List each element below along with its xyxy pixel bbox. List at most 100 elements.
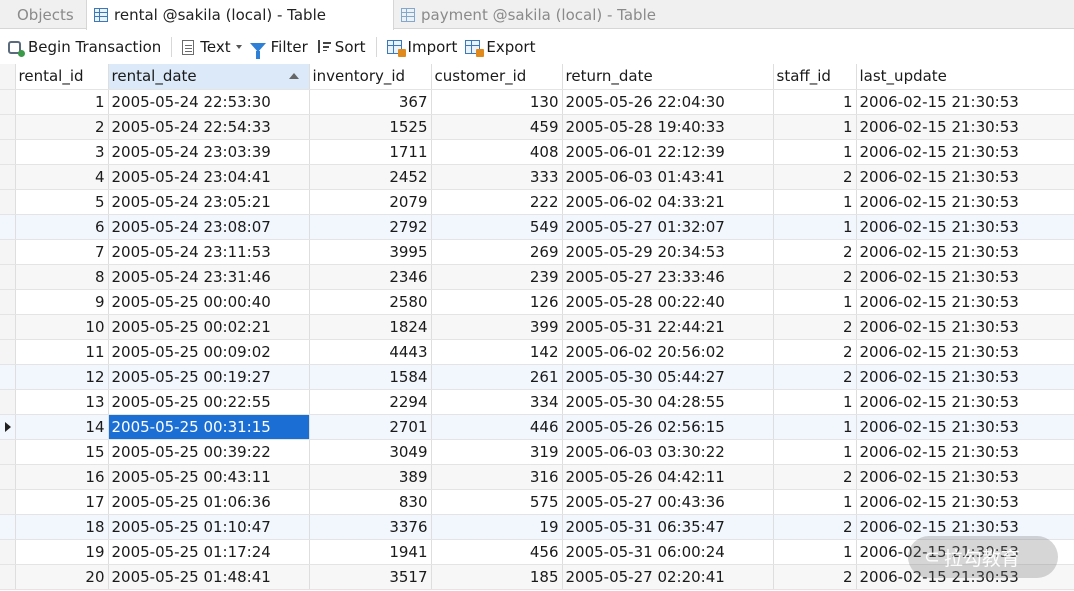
cell-customer-id[interactable]: 185 xyxy=(431,564,563,590)
cell-rental-date[interactable]: 2005-05-24 23:04:41 xyxy=(108,164,310,190)
cell-return-date[interactable]: 2005-05-30 04:28:55 xyxy=(562,389,774,415)
begin-transaction-button[interactable]: Begin Transaction xyxy=(4,34,165,60)
table-row[interactable]: 11 2005-05-25 00:09:02 4443 142 2005-06-02 2… xyxy=(0,339,1074,365)
cell-rental-id[interactable]: 6 xyxy=(15,214,109,240)
cell-staff-id[interactable]: 2 xyxy=(773,564,857,590)
cell-customer-id[interactable]: 549 xyxy=(431,214,563,240)
table-row[interactable]: 16 2005-05-25 00:43:11 389 316 2005-05-26 04… xyxy=(0,464,1074,490)
cell-customer-id[interactable]: 446 xyxy=(431,414,563,440)
cell-rental-date[interactable]: 2005-05-25 01:17:24 xyxy=(108,539,310,565)
cell-rental-id[interactable]: 20 xyxy=(15,564,109,590)
cell-return-date[interactable]: 2005-05-28 00:22:40 xyxy=(562,289,774,315)
cell-rental-date[interactable]: 2005-05-25 00:02:21 xyxy=(108,314,310,340)
cell-customer-id[interactable]: 456 xyxy=(431,539,563,565)
row-indicator[interactable] xyxy=(0,414,16,440)
column-header-customer-id[interactable]: customer_id xyxy=(431,64,563,90)
cell-last-update[interactable]: 2006-02-15 21:30:53 xyxy=(856,439,1074,465)
row-indicator[interactable] xyxy=(0,114,16,140)
cell-customer-id[interactable]: 261 xyxy=(431,364,563,390)
cell-rental-date[interactable]: 2005-05-25 00:39:22 xyxy=(108,439,310,465)
table-row[interactable]: 6 2005-05-24 23:08:07 2792 549 2005-05-27 01… xyxy=(0,214,1074,240)
tab-rental-table[interactable]: rental @sakila (local) - Table xyxy=(86,0,394,30)
cell-staff-id[interactable]: 1 xyxy=(773,539,857,565)
cell-rental-id[interactable]: 16 xyxy=(15,464,109,490)
row-indicator[interactable] xyxy=(0,89,16,115)
cell-inventory-id[interactable]: 1941 xyxy=(309,539,432,565)
cell-rental-date[interactable]: 2005-05-25 00:09:02 xyxy=(108,339,310,365)
cell-inventory-id[interactable]: 1584 xyxy=(309,364,432,390)
table-row[interactable]: 2 2005-05-24 22:54:33 1525 459 2005-05-28 19… xyxy=(0,114,1074,140)
cell-rental-date[interactable]: 2005-05-24 23:05:21 xyxy=(108,189,310,215)
cell-return-date[interactable]: 2005-05-28 19:40:33 xyxy=(562,114,774,140)
row-indicator[interactable] xyxy=(0,339,16,365)
row-indicator[interactable] xyxy=(0,189,16,215)
row-indicator[interactable] xyxy=(0,264,16,290)
cell-rental-date[interactable]: 2005-05-24 23:08:07 xyxy=(108,214,310,240)
cell-return-date[interactable]: 2005-06-01 22:12:39 xyxy=(562,139,774,165)
cell-last-update[interactable]: 2006-02-15 21:30:53 xyxy=(856,289,1074,315)
column-header-last-update[interactable]: last_update xyxy=(856,64,1074,90)
row-indicator[interactable] xyxy=(0,164,16,190)
cell-inventory-id[interactable]: 2580 xyxy=(309,289,432,315)
text-view-button[interactable]: Text xyxy=(178,34,245,60)
cell-rental-date[interactable]: 2005-05-25 00:22:55 xyxy=(108,389,310,415)
cell-rental-id[interactable]: 13 xyxy=(15,389,109,415)
tab-objects[interactable]: Objects xyxy=(0,0,86,29)
cell-last-update[interactable]: 2006-02-15 21:30:53 xyxy=(856,489,1074,515)
cell-customer-id[interactable]: 126 xyxy=(431,289,563,315)
cell-rental-date[interactable]: 2005-05-25 00:43:11 xyxy=(108,464,310,490)
table-row[interactable]: 1 2005-05-24 22:53:30 367 130 2005-05-26 22:… xyxy=(0,89,1074,115)
table-row[interactable]: 17 2005-05-25 01:06:36 830 575 2005-05-27 00… xyxy=(0,489,1074,515)
cell-inventory-id[interactable]: 1824 xyxy=(309,314,432,340)
cell-rental-id[interactable]: 3 xyxy=(15,139,109,165)
cell-customer-id[interactable]: 319 xyxy=(431,439,563,465)
cell-customer-id[interactable]: 575 xyxy=(431,489,563,515)
cell-customer-id[interactable]: 334 xyxy=(431,389,563,415)
cell-inventory-id[interactable]: 1711 xyxy=(309,139,432,165)
cell-customer-id[interactable]: 399 xyxy=(431,314,563,340)
column-header-rental-date[interactable]: rental_date xyxy=(108,64,310,90)
cell-staff-id[interactable]: 1 xyxy=(773,89,857,115)
cell-inventory-id[interactable]: 1525 xyxy=(309,114,432,140)
table-row[interactable]: 5 2005-05-24 23:05:21 2079 222 2005-06-02 04… xyxy=(0,189,1074,215)
row-indicator[interactable] xyxy=(0,314,16,340)
cell-last-update[interactable]: 2006-02-15 21:30:53 xyxy=(856,339,1074,365)
cell-customer-id[interactable]: 408 xyxy=(431,139,563,165)
cell-staff-id[interactable]: 2 xyxy=(773,239,857,265)
table-row[interactable]: 7 2005-05-24 23:11:53 3995 269 2005-05-29 20… xyxy=(0,239,1074,265)
table-row[interactable]: 8 2005-05-24 23:31:46 2346 239 2005-05-27 23… xyxy=(0,264,1074,290)
cell-last-update[interactable]: 2006-02-15 21:30:53 xyxy=(856,189,1074,215)
cell-rental-id[interactable]: 19 xyxy=(15,539,109,565)
cell-inventory-id[interactable]: 3376 xyxy=(309,514,432,540)
cell-return-date[interactable]: 2005-05-31 06:00:24 xyxy=(562,539,774,565)
cell-rental-id[interactable]: 2 xyxy=(15,114,109,140)
cell-return-date[interactable]: 2005-05-31 22:44:21 xyxy=(562,314,774,340)
cell-staff-id[interactable]: 1 xyxy=(773,489,857,515)
cell-inventory-id[interactable]: 2346 xyxy=(309,264,432,290)
cell-return-date[interactable]: 2005-05-27 23:33:46 xyxy=(562,264,774,290)
cell-last-update[interactable]: 2006-02-15 21:30:53 xyxy=(856,139,1074,165)
cell-last-update[interactable]: 2006-02-15 21:30:53 xyxy=(856,414,1074,440)
cell-staff-id[interactable]: 1 xyxy=(773,139,857,165)
cell-customer-id[interactable]: 142 xyxy=(431,339,563,365)
cell-customer-id[interactable]: 459 xyxy=(431,114,563,140)
cell-rental-date[interactable]: 2005-05-24 22:54:33 xyxy=(108,114,310,140)
cell-staff-id[interactable]: 2 xyxy=(773,464,857,490)
cell-staff-id[interactable]: 2 xyxy=(773,314,857,340)
cell-customer-id[interactable]: 222 xyxy=(431,189,563,215)
column-header-return-date[interactable]: return_date xyxy=(562,64,774,90)
cell-last-update[interactable]: 2006-02-15 21:30:53 xyxy=(856,164,1074,190)
row-indicator[interactable] xyxy=(0,489,16,515)
cell-inventory-id[interactable]: 2079 xyxy=(309,189,432,215)
cell-rental-date[interactable]: 2005-05-25 00:00:40 xyxy=(108,289,310,315)
cell-last-update[interactable]: 2006-02-15 21:30:53 xyxy=(856,264,1074,290)
cell-rental-date[interactable]: 2005-05-25 01:06:36 xyxy=(108,489,310,515)
cell-return-date[interactable]: 2005-06-02 04:33:21 xyxy=(562,189,774,215)
row-indicator[interactable] xyxy=(0,439,16,465)
table-row[interactable]: 14 2005-05-25 00:31:15 2701 446 2005-05-26 0… xyxy=(0,414,1074,440)
cell-staff-id[interactable]: 1 xyxy=(773,189,857,215)
table-row[interactable]: 4 2005-05-24 23:04:41 2452 333 2005-06-03 01… xyxy=(0,164,1074,190)
cell-inventory-id[interactable]: 367 xyxy=(309,89,432,115)
cell-staff-id[interactable]: 2 xyxy=(773,264,857,290)
cell-staff-id[interactable]: 1 xyxy=(773,389,857,415)
